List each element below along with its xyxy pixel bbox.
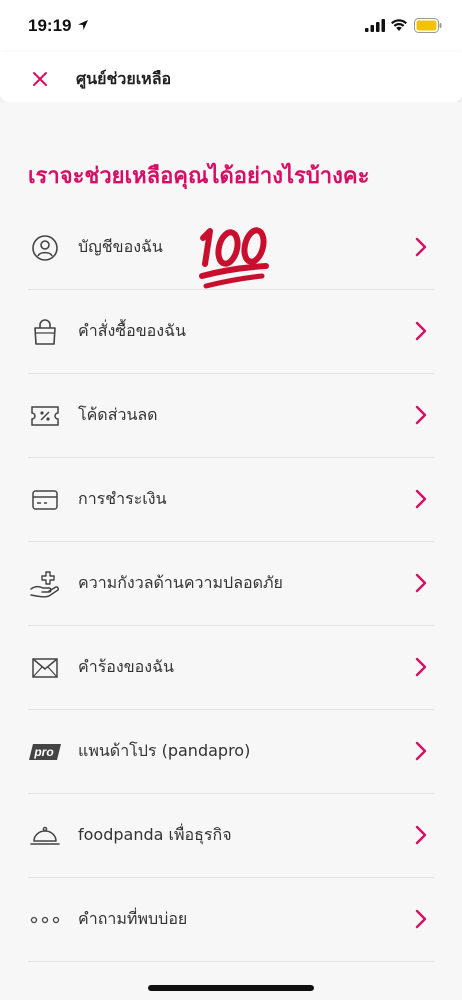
chevron-right-icon (415, 657, 427, 677)
menu-item-label: ความกังวลด้านความปลอดภัย (78, 573, 283, 592)
menu-item-label: บัญชีของฉัน (78, 237, 163, 256)
chevron-right-icon (415, 825, 427, 845)
close-icon (33, 72, 47, 86)
battery-icon (414, 18, 442, 33)
more-dots-icon (28, 903, 62, 937)
user-circle-icon (28, 231, 62, 265)
menu-item-vouchers[interactable]: โค้ดส่วนลด (28, 374, 434, 458)
chevron-right-icon (415, 237, 427, 257)
menu-item-foodpanda-business[interactable]: foodpanda เพื่อธุรกิจ (28, 794, 434, 878)
hundred-points-emoji-icon (199, 227, 269, 289)
menu-item-label: คำถามที่พบบ่อย (78, 909, 188, 928)
voucher-icon (28, 399, 62, 433)
envelope-icon (28, 651, 62, 685)
chevron-right-icon (415, 573, 427, 593)
menu-item-safety[interactable]: ความกังวลด้านความปลอดภัย (28, 542, 434, 626)
wifi-icon (391, 19, 407, 31)
menu-item-my-orders[interactable]: คำสั่งซื้อของฉัน (28, 290, 434, 374)
status-time: 19:19 (28, 16, 72, 35)
safety-hand-icon (28, 567, 62, 601)
header-bar: ศูนย์ช่วยเหลือ (0, 52, 462, 102)
menu-item-pandapro[interactable]: pro แพนด้าโปร (pandapro) (28, 710, 434, 794)
home-indicator[interactable] (148, 985, 314, 991)
shopping-bag-icon (28, 315, 62, 349)
food-cloche-icon (28, 819, 62, 853)
pro-badge-icon: pro (28, 735, 62, 769)
cellular-signal-icon (365, 19, 385, 32)
credit-card-icon (28, 483, 62, 517)
menu-item-label: แพนด้าโปร (pandapro) (78, 741, 251, 760)
page-title: เราจะช่วยเหลือคุณได้อย่างไรบ้างคะ (28, 164, 370, 189)
chevron-right-icon (415, 321, 427, 341)
chevron-right-icon (415, 489, 427, 509)
menu-item-label: โค้ดส่วนลด (78, 405, 158, 424)
menu-item-payment[interactable]: การชำระเงิน (28, 458, 434, 542)
close-button[interactable] (26, 65, 54, 93)
menu-item-my-requests[interactable]: คำร้องของฉัน (28, 626, 434, 710)
header-title: ศูนย์ช่วยเหลือ (76, 69, 172, 88)
pro-badge-text: pro (33, 745, 53, 759)
menu-item-label: คำร้องของฉัน (78, 657, 174, 676)
location-arrow-icon (78, 20, 88, 30)
menu-item-label: คำสั่งซื้อของฉัน (78, 321, 186, 340)
menu-item-faq[interactable]: คำถามที่พบบ่อย (28, 878, 434, 962)
chevron-right-icon (415, 909, 427, 929)
status-bar: 19:19 (0, 0, 462, 52)
menu-item-label: foodpanda เพื่อธุรกิจ (78, 825, 232, 844)
chevron-right-icon (415, 741, 427, 761)
chevron-right-icon (415, 405, 427, 425)
help-topics-list: บัญชีของฉัน คำสั่งซื้อของฉัน โค้ดส่วนลด … (28, 206, 434, 962)
menu-item-label: การชำระเงิน (78, 489, 167, 508)
